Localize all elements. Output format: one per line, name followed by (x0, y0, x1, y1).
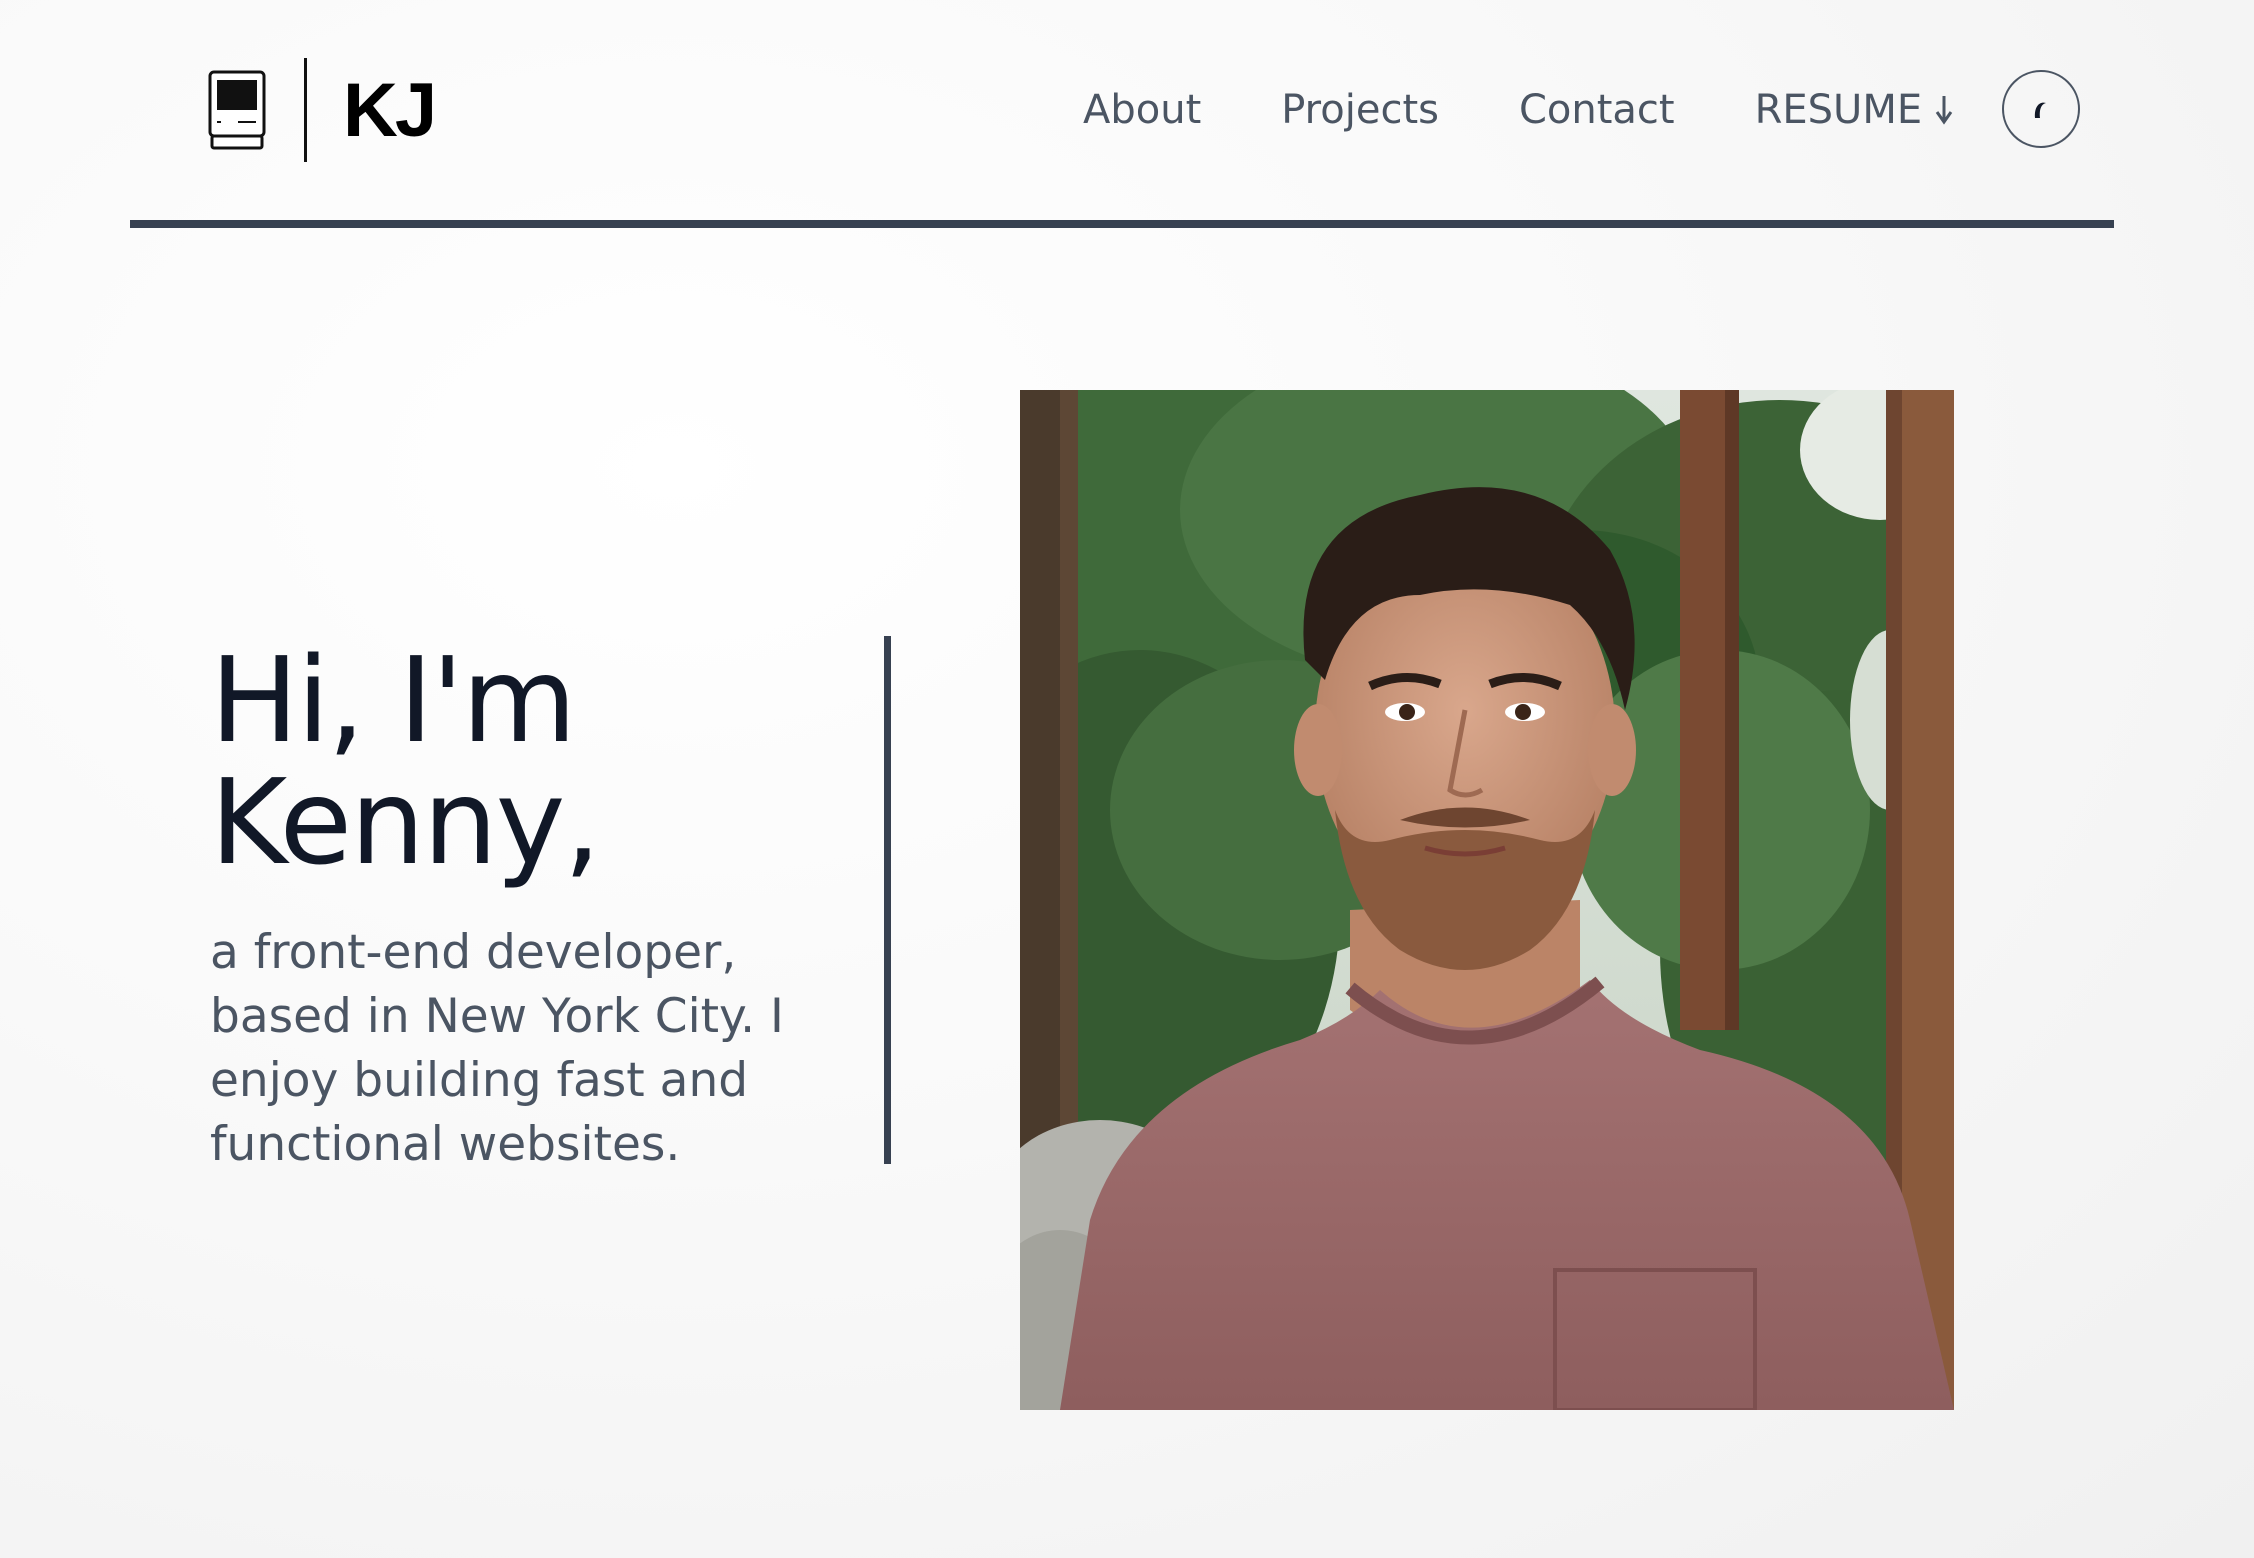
logo-divider (304, 58, 307, 162)
hero-subtitle: a front-end developer, based in New York… (210, 925, 784, 1173)
site-logo[interactable]: KJ (208, 58, 437, 162)
profile-photo (1020, 390, 1954, 1410)
nav-contact-link[interactable]: Contact (1519, 90, 1675, 130)
hero-heading-line1: Hi, I'm (210, 631, 577, 769)
nav-resume-link[interactable]: RESUME (1755, 90, 1955, 130)
header-divider (130, 220, 2114, 228)
site-header: KJ About Projects Contact RESUME (130, 0, 2114, 228)
nav-about-link[interactable]: About (1083, 90, 1201, 130)
nav-projects-link[interactable]: Projects (1281, 90, 1439, 130)
computer-icon (208, 70, 266, 150)
hero-heading: Hi, I'm Kenny, (210, 639, 860, 883)
theme-toggle-button[interactable] (2002, 70, 2080, 148)
moon-icon (2034, 102, 2046, 118)
hero-intro: Hi, I'm Kenny, a front-end developer, ba… (210, 639, 860, 1177)
hero-divider (884, 636, 891, 1164)
arrow-down-icon (1935, 96, 1953, 125)
main-nav: About Projects Contact RESUME (1083, 72, 1954, 148)
resume-label: RESUME (1754, 87, 1923, 133)
hero-heading-line2: Kenny, (210, 752, 601, 891)
portrait-illustration (1020, 390, 1954, 1410)
logo-text: KJ (343, 68, 437, 153)
